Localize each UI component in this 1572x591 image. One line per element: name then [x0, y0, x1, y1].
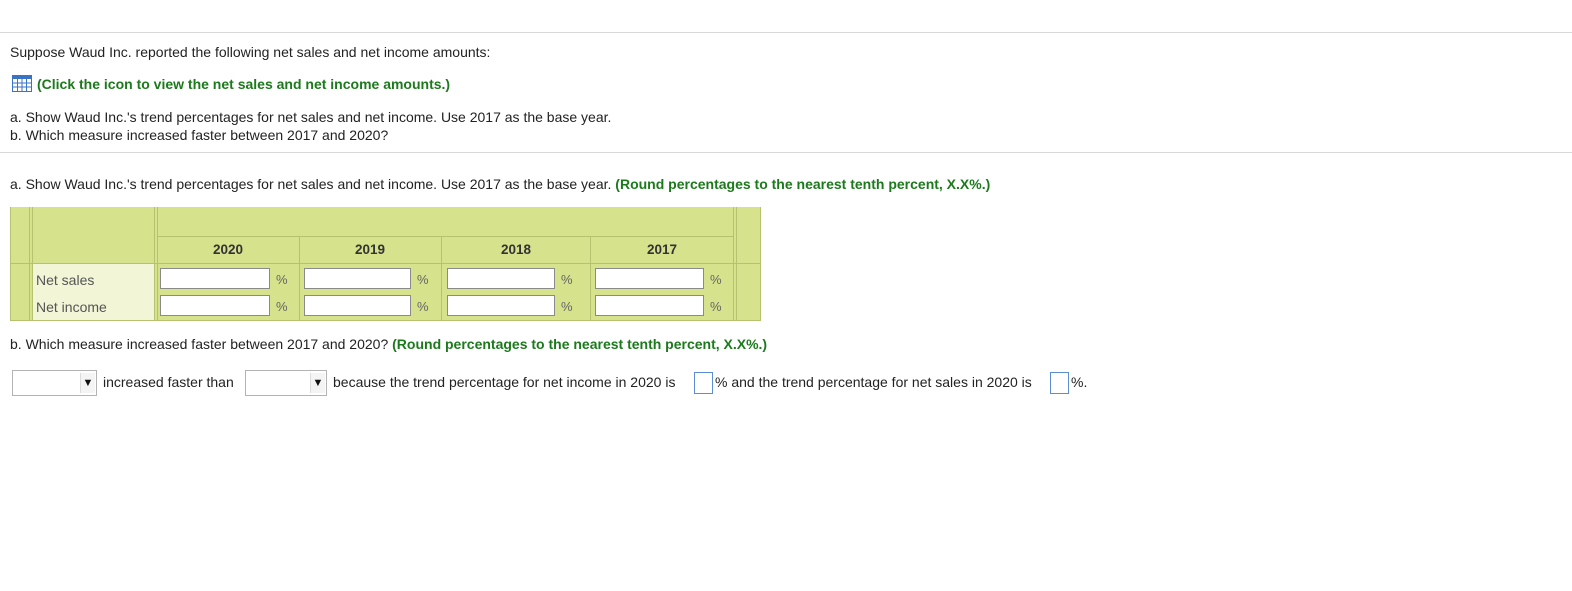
problem-statement: Suppose Waud Inc. reported the following… — [10, 44, 491, 60]
table-border-right-inner — [733, 207, 734, 321]
row-label-net-income: Net income — [36, 299, 107, 315]
net-sales-2018-input[interactable] — [447, 268, 555, 289]
table-col-divider-0b — [157, 207, 158, 321]
because-text: because the trend percentage for net inc… — [333, 374, 676, 390]
table-border-right — [736, 207, 737, 321]
net-income-2020-trend-input[interactable] — [694, 372, 713, 394]
percent-sign: % — [561, 272, 573, 287]
calculator-table-icon[interactable] — [12, 75, 32, 92]
column-header: 2018 — [500, 242, 532, 257]
percent-end-text: %. — [1071, 374, 1088, 390]
dropdown-arrow-icon[interactable]: ▼ — [310, 373, 325, 393]
column-header: 2017 — [646, 242, 678, 257]
column-header: 2019 — [354, 242, 386, 257]
faster-measure-select[interactable]: ▼ — [12, 370, 97, 396]
part-b-prompt-text: b. Which measure increased faster betwee… — [10, 336, 389, 352]
table-col-divider-3 — [590, 236, 591, 321]
column-header: 2020 — [212, 242, 244, 257]
table-col-divider-0 — [154, 207, 155, 321]
section-divider — [0, 152, 1572, 153]
percent-sign: % — [276, 299, 288, 314]
increased-faster-text: increased faster than — [103, 374, 234, 390]
top-divider — [0, 32, 1572, 33]
table-border-left-inner — [29, 207, 30, 321]
net-sales-2019-input[interactable] — [304, 268, 411, 289]
view-data-link-text[interactable]: (Click the icon to view the net sales an… — [37, 76, 450, 92]
question-b-text: b. Which measure increased faster betwee… — [10, 127, 389, 143]
part-a-hint: (Round percentages to the nearest tenth … — [615, 176, 991, 192]
part-a-prompt: a. Show Waud Inc.'s trend percentages fo… — [10, 176, 990, 192]
dropdown-arrow-icon[interactable]: ▼ — [80, 373, 95, 393]
percent-sign: % — [561, 299, 573, 314]
and-trend-text: % and the trend percentage for net sales… — [715, 374, 1032, 390]
net-sales-2017-input[interactable] — [595, 268, 704, 289]
net-income-2018-input[interactable] — [447, 295, 555, 316]
row-label-net-sales: Net sales — [36, 272, 95, 288]
percent-sign: % — [417, 272, 429, 287]
percent-sign: % — [710, 272, 722, 287]
table-border-right-outer — [760, 207, 761, 321]
net-income-2017-input[interactable] — [595, 295, 704, 316]
part-b-hint: (Round percentages to the nearest tenth … — [392, 336, 768, 352]
part-b-prompt: b. Which measure increased faster betwee… — [10, 336, 767, 352]
view-data-link[interactable]: (Click the icon to view the net sales an… — [10, 75, 450, 92]
part-a-prompt-text: a. Show Waud Inc.'s trend percentages fo… — [10, 176, 612, 192]
table-header-top-line — [157, 236, 733, 237]
question-a-text: a. Show Waud Inc.'s trend percentages fo… — [10, 109, 612, 125]
net-income-2020-input[interactable] — [160, 295, 270, 316]
net-income-2019-input[interactable] — [304, 295, 411, 316]
percent-sign: % — [417, 299, 429, 314]
table-border-left — [10, 207, 11, 321]
net-sales-2020-input[interactable] — [160, 268, 270, 289]
percent-sign: % — [276, 272, 288, 287]
table-bottom-line — [10, 320, 761, 321]
table-col-divider-2 — [441, 236, 442, 321]
net-sales-2020-trend-input[interactable] — [1050, 372, 1069, 394]
percent-sign: % — [710, 299, 722, 314]
slower-measure-select[interactable]: ▼ — [245, 370, 327, 396]
